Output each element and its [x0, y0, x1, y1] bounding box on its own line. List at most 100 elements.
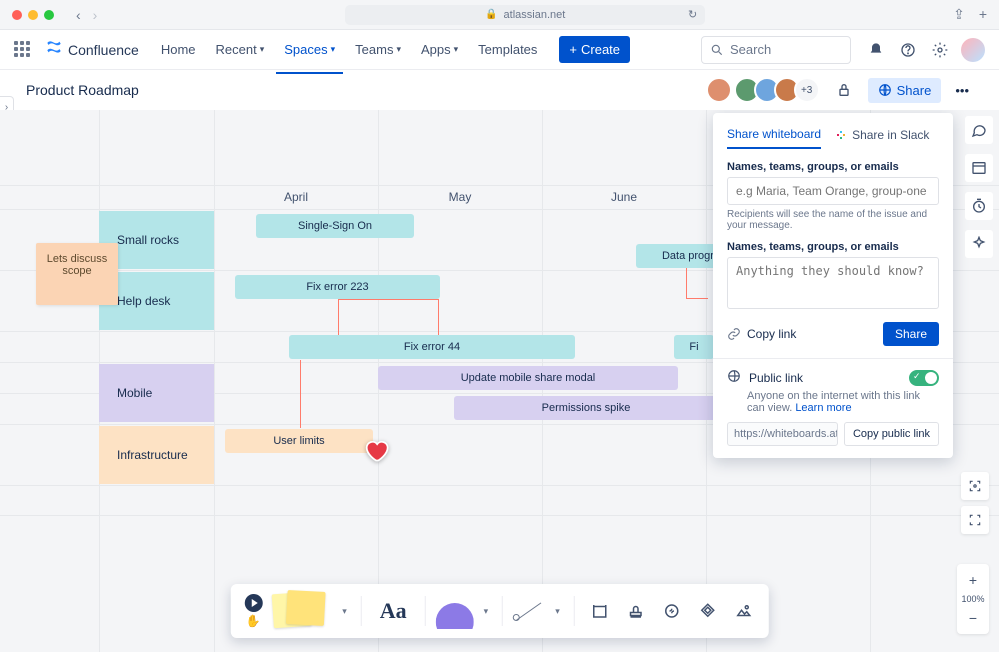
slack-icon	[835, 129, 847, 141]
month-label: May	[449, 190, 472, 204]
text-tool[interactable]: Aa	[372, 598, 415, 624]
nav-spaces[interactable]: Spaces▾	[276, 36, 343, 63]
task-user-limits[interactable]: User limits	[225, 429, 373, 453]
learn-more-link[interactable]: Learn more	[795, 402, 851, 414]
tab-share-whiteboard[interactable]: Share whiteboard	[727, 127, 821, 149]
zoom-out-button[interactable]: −	[961, 608, 985, 628]
names-hint: Recipients will see the name of the issu…	[727, 209, 939, 231]
product-logo[interactable]: Confluence	[46, 39, 139, 60]
hand-tool-icon[interactable]: ✋	[246, 614, 261, 628]
task-fix-223[interactable]: Fix error 223	[235, 275, 440, 299]
shape-tool[interactable]	[436, 593, 474, 629]
task-permissions-spike[interactable]: Permissions spike	[454, 396, 718, 420]
product-name: Confluence	[68, 42, 139, 58]
public-link-toggle[interactable]	[909, 370, 939, 386]
public-link-description: Anyone on the internet with this link ca…	[747, 390, 939, 414]
link-icon	[727, 327, 741, 341]
zoom-in-button[interactable]: +	[961, 570, 985, 590]
message-input[interactable]	[727, 257, 939, 309]
nav-teams[interactable]: Teams▾	[347, 36, 409, 63]
chevron-down-icon[interactable]: ▾	[551, 606, 564, 617]
globe-icon	[727, 369, 741, 386]
chevron-down-icon: ▾	[260, 44, 265, 55]
browser-url-bar[interactable]: 🔒 atlassian.net ↻	[345, 5, 705, 25]
search-icon	[710, 43, 724, 57]
zoom-level: 100%	[961, 594, 984, 604]
lock-permissions-icon[interactable]	[830, 76, 858, 104]
refresh-icon[interactable]: ↻	[688, 8, 697, 21]
stamp-tool-icon[interactable]	[621, 596, 651, 626]
user-avatar[interactable]	[961, 38, 985, 62]
share-panel: Share whiteboard Share in Slack Names, t…	[713, 113, 953, 458]
browser-chrome: ‹ › 🔒 atlassian.net ↻ ⇪ +	[0, 0, 999, 30]
tab-share-slack[interactable]: Share in Slack	[835, 127, 929, 149]
ai-icon[interactable]	[965, 230, 993, 258]
page-header: Product Roadmap +3 Share •••	[0, 70, 999, 110]
avatar-overflow[interactable]: +3	[794, 77, 820, 103]
collaborator-avatars[interactable]: +3	[712, 77, 820, 103]
frame-controls	[961, 472, 989, 534]
browser-share-icon[interactable]: ⇪	[953, 6, 965, 23]
comments-icon[interactable]	[965, 116, 993, 144]
line-tool[interactable]	[513, 595, 545, 627]
share-send-button[interactable]: Share	[883, 322, 939, 346]
lock-icon: 🔒	[485, 9, 497, 20]
globe-icon	[878, 83, 892, 97]
window-controls[interactable]	[12, 10, 54, 20]
create-button[interactable]: + Create	[559, 36, 630, 63]
nav-recent[interactable]: Recent▾	[208, 36, 273, 63]
confluence-icon	[46, 39, 62, 60]
public-url-display[interactable]: https://whiteboards.atlassian	[727, 422, 838, 446]
share-button[interactable]: Share	[868, 78, 942, 103]
link-tool-icon[interactable]	[657, 596, 687, 626]
pointer-tool-icon[interactable]	[244, 594, 262, 612]
task-fi[interactable]: Fi	[674, 335, 714, 359]
task-sso[interactable]: Single-Sign On	[256, 214, 414, 238]
zoom-controls: + 100% −	[957, 564, 989, 634]
jira-tool-icon[interactable]	[693, 596, 723, 626]
chevron-down-icon[interactable]: ▾	[480, 606, 493, 617]
chevron-down-icon: ▾	[396, 44, 401, 55]
notifications-icon[interactable]	[865, 39, 887, 61]
app-switcher-icon[interactable]	[14, 41, 32, 59]
settings-icon[interactable]	[929, 39, 951, 61]
month-label: June	[611, 190, 637, 204]
page-title: Product Roadmap	[26, 82, 702, 98]
focus-icon[interactable]	[961, 472, 989, 500]
search-input[interactable]: Search	[701, 36, 851, 64]
help-icon[interactable]	[897, 39, 919, 61]
nav-templates[interactable]: Templates	[470, 36, 545, 63]
nav-apps[interactable]: Apps▾	[413, 36, 466, 63]
copy-public-link-button[interactable]: Copy public link	[844, 422, 939, 446]
image-tool-icon[interactable]	[729, 596, 759, 626]
chevron-down-icon: ▾	[331, 44, 336, 55]
avatar[interactable]	[706, 77, 732, 103]
sticky-note[interactable]: Lets discuss scope	[36, 243, 118, 305]
names-input[interactable]	[727, 177, 939, 205]
chevron-down-icon: ▾	[454, 44, 459, 55]
month-label: April	[284, 190, 308, 204]
frame-tool-icon[interactable]	[585, 596, 615, 626]
browser-new-tab-icon[interactable]: +	[979, 6, 987, 23]
browser-forward-button[interactable]: ›	[93, 7, 98, 23]
whiteboard-canvas[interactable]: April May June Small rocks Help desk Mob…	[0, 110, 999, 652]
copy-link-button[interactable]: Copy link	[727, 327, 796, 341]
names-field-label: Names, teams, groups, or emails	[727, 161, 939, 173]
task-update-mobile[interactable]: Update mobile share modal	[378, 366, 678, 390]
right-rail	[965, 116, 993, 258]
task-fix-44[interactable]: Fix error 44	[289, 335, 575, 359]
plus-icon: +	[569, 42, 577, 57]
heart-sticker[interactable]	[362, 436, 390, 464]
fullscreen-icon[interactable]	[961, 506, 989, 534]
more-options-button[interactable]: •••	[951, 79, 973, 102]
timer-icon[interactable]	[965, 192, 993, 220]
panel-icon[interactable]	[965, 154, 993, 182]
row-header-mobile[interactable]: Mobile	[99, 364, 214, 422]
row-header-infrastructure[interactable]: Infrastructure	[99, 426, 214, 484]
sticky-note-tool[interactable]	[272, 591, 332, 631]
browser-back-button[interactable]: ‹	[76, 7, 81, 23]
chevron-down-icon[interactable]: ▾	[338, 606, 351, 617]
nav-home[interactable]: Home	[153, 36, 204, 63]
app-topnav: Confluence Home Recent▾ Spaces▾ Teams▾ A…	[0, 30, 999, 70]
message-field-label: Names, teams, groups, or emails	[727, 241, 939, 253]
